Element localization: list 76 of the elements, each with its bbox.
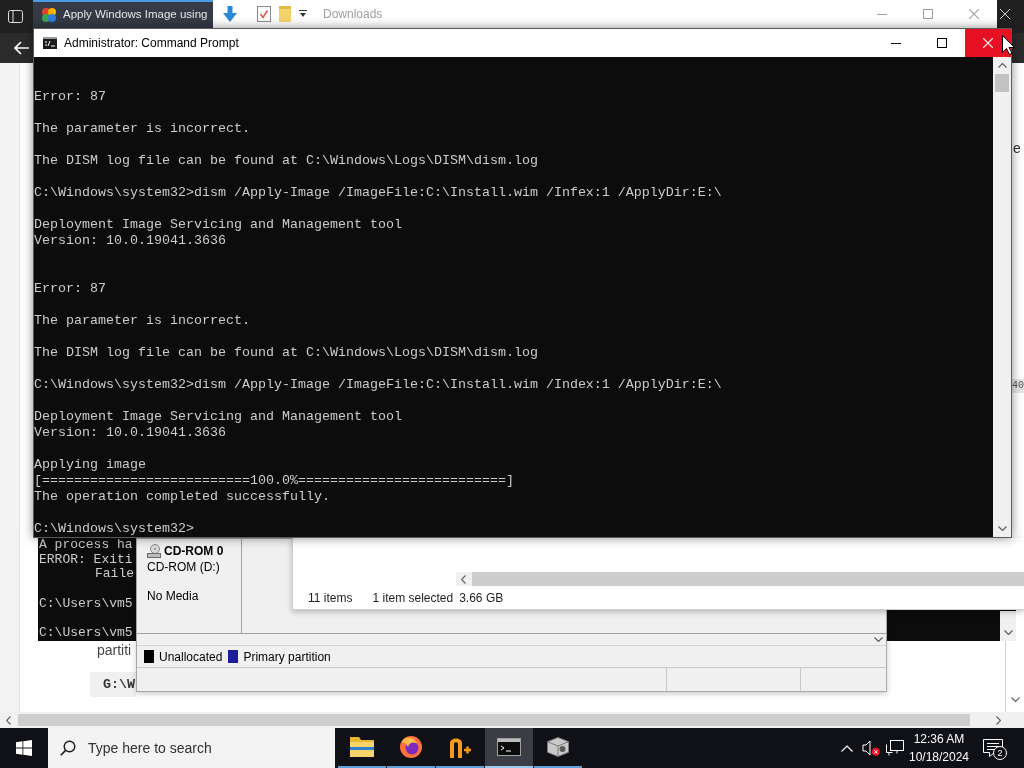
console-line: C:\Users\vm5 xyxy=(39,626,133,641)
speaker-muted-icon[interactable] xyxy=(862,740,880,756)
back-arrow-icon[interactable] xyxy=(14,41,30,55)
folder-icon xyxy=(350,737,374,757)
n-plus-icon xyxy=(449,736,471,758)
chevron-down-icon[interactable] xyxy=(1003,630,1013,635)
tab-sidebar-icon[interactable] xyxy=(8,10,23,23)
pinwheel-icon xyxy=(41,7,57,23)
page-text: e xyxy=(1013,139,1021,157)
clock-time: 12:36 AM xyxy=(913,731,965,748)
chevron-left-icon[interactable] xyxy=(6,716,11,725)
maximize-icon xyxy=(937,38,947,48)
window-title: Downloads xyxy=(323,6,383,23)
network-icon[interactable] xyxy=(886,740,904,756)
package-icon xyxy=(547,737,569,757)
console-icon xyxy=(43,37,57,49)
chevron-right-icon[interactable] xyxy=(996,716,1001,725)
windows-logo-icon xyxy=(16,740,32,756)
legend-label: Primary partition xyxy=(243,648,331,666)
close-icon xyxy=(983,38,993,48)
console-line: The DISM log file can be found at C:\Windows\Logs\DISM\dism.log xyxy=(34,345,538,361)
minimize-icon xyxy=(877,13,887,15)
notification-icon[interactable] xyxy=(983,739,1003,757)
scroll-thumb[interactable] xyxy=(995,74,1009,92)
console-line: ERROR: Exiti xyxy=(39,552,133,568)
page-text: partiti xyxy=(97,642,132,659)
console-line: C:\Windows\system32>dism /Apply-Image /ImageFile:C:\Install.wim /Index:1 /ApplyDir:E:\ xyxy=(34,377,722,393)
code-block: G:\W xyxy=(90,672,136,697)
scroll-thumb[interactable] xyxy=(18,714,970,726)
down-arrow-icon[interactable] xyxy=(222,6,238,22)
window-title: Administrator: Command Prompt xyxy=(64,35,239,52)
console-line: Version: 10.0.19041.3636 xyxy=(34,425,226,441)
browser-tab[interactable]: Apply Windows Image using xyxy=(33,0,213,28)
status-text: 11 items xyxy=(308,590,353,606)
minimize-icon xyxy=(891,42,901,44)
console-line: Error: 87 xyxy=(34,89,106,105)
close-icon[interactable] xyxy=(1000,9,1010,19)
chevron-left-icon[interactable] xyxy=(461,574,466,584)
console-line: Version: 10.0.19041.3636 xyxy=(34,233,226,249)
flame-globe-icon xyxy=(400,736,422,758)
legend-label: Unallocated xyxy=(159,648,223,666)
console-line: The parameter is incorrect. xyxy=(34,121,250,137)
notification-count: 2 xyxy=(993,746,1007,760)
clock-date: 10/18/2024 xyxy=(908,749,970,766)
console-line: Error: 87 xyxy=(34,281,106,297)
code-text: 40 xyxy=(1012,379,1024,393)
chevron-down-icon[interactable] xyxy=(997,526,1007,531)
console-line: Applying image xyxy=(34,457,146,473)
console-line: Deployment Image Servicing and Management tool xyxy=(34,409,402,425)
taskbar-app-button[interactable] xyxy=(485,728,533,768)
dropdown-caret-icon[interactable] xyxy=(299,10,307,18)
console-line: C:\Windows\system32> xyxy=(34,521,194,537)
console-line: The operation completed successfully. xyxy=(34,489,330,505)
console-line: [==========================100.0%==========================] xyxy=(34,473,514,489)
disk-status: No Media xyxy=(147,588,199,604)
console-icon xyxy=(497,738,521,756)
close-button[interactable] xyxy=(965,29,1011,57)
status-text: 1 item selected xyxy=(372,590,454,606)
console-line: C:\Windows\system32>dism /Apply-Image /ImageFile:C:\Install.wim /Infex:1 /ApplyDir:E:\ xyxy=(34,185,722,201)
chevron-down-icon[interactable] xyxy=(1011,697,1020,702)
disk-volume: CD-ROM (D:) xyxy=(147,559,220,575)
console-line: A process ha xyxy=(39,538,133,553)
search-field[interactable]: Type here to search xyxy=(48,728,335,768)
disc-drive-icon xyxy=(147,544,161,558)
status-text: 3.66 GB xyxy=(459,590,504,606)
maximize-icon xyxy=(923,9,933,19)
disk-name: CD-ROM 0 xyxy=(164,543,224,560)
console-line: C:\Users\vm5 xyxy=(39,596,133,612)
search-icon xyxy=(60,740,76,756)
chevron-down-icon[interactable] xyxy=(874,637,883,642)
console-line: Deployment Image Servicing and Management tool xyxy=(34,217,402,233)
checklist-icon[interactable] xyxy=(257,6,271,22)
console-line: Faile xyxy=(95,567,134,583)
console-line: The DISM log file can be found at C:\Windows\Logs\DISM\dism.log xyxy=(34,153,538,169)
console-line: The parameter is incorrect. xyxy=(34,313,250,329)
close-icon xyxy=(969,9,979,19)
